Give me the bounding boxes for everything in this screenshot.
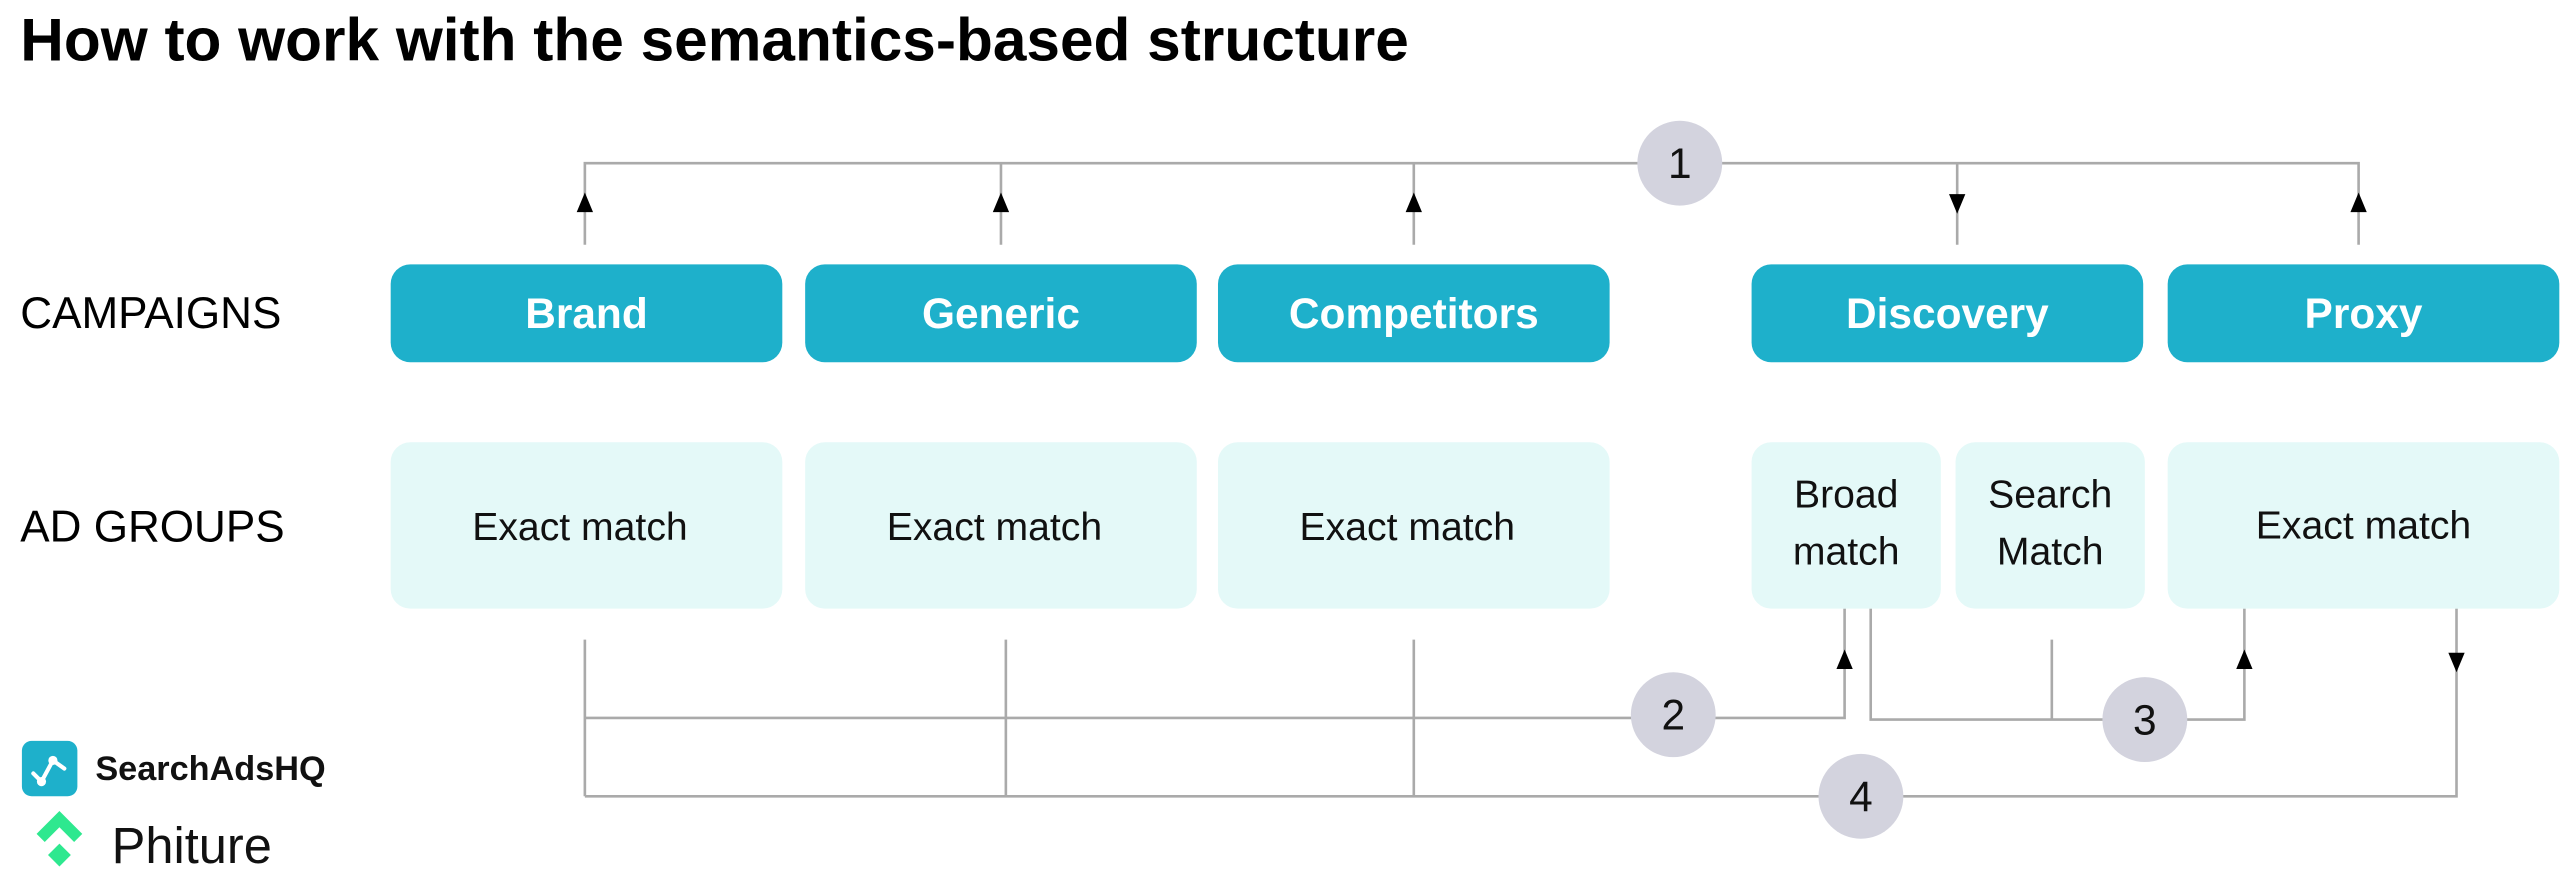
svg-text:Exact match: Exact match <box>2256 504 2471 547</box>
svg-text:Proxy: Proxy <box>2305 290 2423 337</box>
campaign-proxy: Proxy <box>2167 264 2560 363</box>
ad-group-proxy: Exact match <box>2167 442 2560 609</box>
arrow-icon <box>2448 652 2465 673</box>
row-label-ad-groups: AD GROUPS <box>20 503 284 552</box>
page-title: How to work with the semantics-based str… <box>20 5 1409 73</box>
svg-text:Competitors: Competitors <box>1289 290 1539 337</box>
searchadshq-logo: SearchAdsHQ <box>21 740 326 797</box>
step-badge-4: 4 <box>1818 753 1904 839</box>
svg-text:Exact match: Exact match <box>1300 506 1515 549</box>
ad-group-search-match: Search Match <box>1955 442 2145 609</box>
svg-text:SearchAdsHQ: SearchAdsHQ <box>95 750 325 788</box>
svg-text:3: 3 <box>2133 696 2157 743</box>
ad-group-brand: Exact match <box>390 442 783 609</box>
ad-group-generic: Exact match <box>805 442 1197 609</box>
campaign-generic: Generic <box>805 264 1197 363</box>
svg-text:Phiture: Phiture <box>112 817 272 873</box>
step-badge-1: 1 <box>1637 120 1723 206</box>
connector-1 <box>576 161 2367 245</box>
arrow-icon <box>576 192 2367 214</box>
campaign-discovery: Discovery <box>1751 264 2144 363</box>
arrow-icon <box>2236 649 2253 670</box>
step-badge-3: 3 <box>2102 677 2188 763</box>
svg-text:4: 4 <box>1849 773 1873 820</box>
campaign-brand: Brand <box>390 264 783 363</box>
connector-3 <box>1869 608 2253 721</box>
svg-text:2: 2 <box>1661 691 1685 738</box>
arrow-icon <box>1836 649 1853 670</box>
svg-text:Match: Match <box>1997 531 2104 574</box>
svg-text:Brand: Brand <box>525 290 648 337</box>
svg-text:Discovery: Discovery <box>1846 290 2049 337</box>
ad-group-competitors: Exact match <box>1217 442 1610 609</box>
svg-text:Generic: Generic <box>922 290 1080 337</box>
svg-text:Broad: Broad <box>1794 473 1898 516</box>
campaign-competitors: Competitors <box>1217 264 1610 363</box>
row-label-campaigns: CAMPAIGNS <box>20 289 281 338</box>
svg-text:Exact match: Exact match <box>472 506 687 549</box>
step-badge-2: 2 <box>1630 672 1716 758</box>
svg-text:Exact match: Exact match <box>887 506 1102 549</box>
phiture-icon <box>36 810 83 842</box>
svg-text:Search: Search <box>1988 473 2112 516</box>
svg-text:match: match <box>1793 531 1900 574</box>
svg-text:1: 1 <box>1668 140 1692 187</box>
ad-group-broad-match: Broad match <box>1751 442 1941 609</box>
diagram: How to work with the semantics-based str… <box>20 5 2560 873</box>
phiture-logo: Phiture <box>36 810 272 873</box>
